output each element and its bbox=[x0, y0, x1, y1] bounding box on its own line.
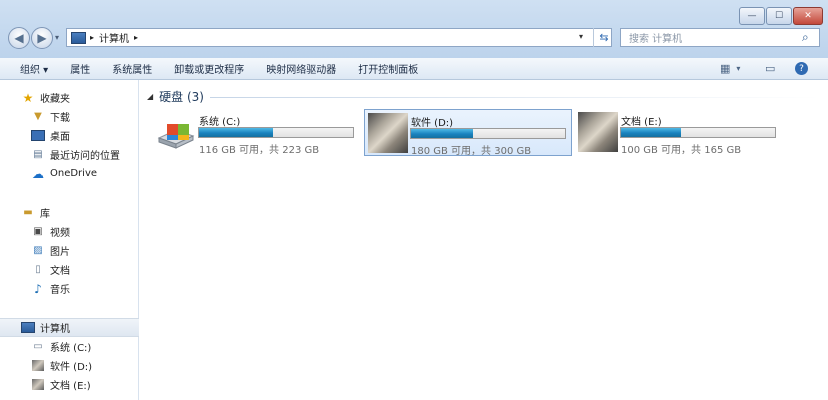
back-arrow-icon: ◀ bbox=[14, 31, 24, 45]
star-icon: ★ bbox=[22, 90, 34, 105]
organize-menu[interactable]: 组织 ▾ bbox=[0, 61, 59, 76]
minimize-button[interactable]: — bbox=[739, 7, 765, 25]
help-button[interactable]: ? bbox=[795, 58, 808, 79]
preview-pane-icon: ▭ bbox=[765, 62, 776, 75]
refresh-button[interactable]: ⇆ bbox=[593, 28, 614, 47]
computer-icon bbox=[21, 321, 35, 334]
forward-arrow-icon: ▶ bbox=[37, 31, 47, 45]
nav-drive-d-label: 软件 (D:) bbox=[50, 362, 93, 373]
nav-downloads-label: 下载 bbox=[50, 113, 70, 124]
desktop-icon bbox=[31, 129, 45, 142]
drive-tile-c[interactable]: 系统 (C:) 116 GB 可用，共 223 GB bbox=[153, 109, 361, 156]
nav-videos-label: 视频 bbox=[50, 228, 70, 239]
system-drive-icon: ▭ bbox=[33, 341, 43, 352]
drive-free-space: 116 GB 可用，共 223 GB bbox=[199, 145, 320, 156]
drive-thumbnail-icon bbox=[31, 378, 45, 391]
usage-bar bbox=[410, 128, 566, 139]
nav-drive-e-label: 文档 (E:) bbox=[50, 381, 91, 392]
drive-name: 系统 (C:) bbox=[199, 117, 241, 128]
nav-documents-label: 文档 bbox=[50, 266, 70, 277]
recent-pages-dropdown[interactable]: ▾ bbox=[55, 33, 59, 42]
breadcrumb-separator: ▸ bbox=[90, 33, 95, 42]
command-bar: 组织 ▾ 属性 系统属性 卸载或更改程序 映射网络驱动器 打开控制面板 bbox=[0, 58, 828, 80]
nav-onedrive-label: OneDrive bbox=[50, 168, 98, 179]
nav-computer-label: 计算机 bbox=[40, 324, 70, 335]
help-icon: ? bbox=[795, 62, 808, 75]
drive-name: 软件 (D:) bbox=[411, 118, 454, 129]
drive-free-space: 100 GB 可用，共 165 GB bbox=[621, 145, 742, 156]
video-icon: ▣ bbox=[33, 226, 43, 237]
address-bar[interactable]: ▸ 计算机 ▸ ▾ bbox=[66, 28, 612, 47]
view-options-button[interactable]: ▦ ▾ bbox=[720, 58, 740, 79]
close-button[interactable]: ✕ bbox=[793, 7, 823, 25]
drive-name: 文档 (E:) bbox=[621, 117, 662, 128]
uninstall-program-button[interactable]: 卸载或更改程序 bbox=[163, 61, 255, 76]
collapse-triangle-icon: ◢ bbox=[147, 92, 154, 101]
nav-favorites[interactable]: ★ 收藏夹 bbox=[0, 89, 158, 106]
group-title: 硬盘 (3) bbox=[159, 90, 204, 104]
view-icon: ▦ bbox=[720, 62, 731, 75]
nav-recent-label: 最近访问的位置 bbox=[50, 151, 120, 162]
breadcrumb-separator-2: ▸ bbox=[134, 33, 139, 42]
breadcrumb-current[interactable]: 计算机 bbox=[99, 30, 129, 45]
drive-thumbnail-image bbox=[368, 113, 408, 153]
recent-places-icon: ▤ bbox=[33, 149, 43, 160]
usage-bar bbox=[620, 127, 776, 138]
nav-computer[interactable]: 计算机 bbox=[0, 318, 158, 337]
usage-bar-fill bbox=[411, 129, 473, 138]
refresh-icon: ⇆ bbox=[599, 31, 609, 44]
search-input[interactable]: 搜索 计算机 bbox=[620, 28, 820, 47]
search-icon[interactable]: ⌕ bbox=[802, 30, 809, 45]
drive-tile-d[interactable]: 软件 (D:) 180 GB 可用，共 300 GB bbox=[364, 109, 572, 157]
view-dropdown-icon: ▾ bbox=[736, 64, 741, 73]
cloud-icon: ☁ bbox=[32, 166, 44, 181]
drive-thumbnail-image bbox=[578, 112, 618, 152]
group-divider bbox=[210, 97, 820, 98]
address-dropdown-icon[interactable]: ▾ bbox=[579, 32, 583, 41]
maximize-button[interactable]: ☐ bbox=[766, 7, 792, 25]
nav-desktop-label: 桌面 bbox=[50, 132, 70, 143]
picture-icon: ▨ bbox=[33, 245, 43, 256]
usage-bar-fill bbox=[621, 128, 682, 137]
properties-button[interactable]: 属性 bbox=[59, 61, 101, 76]
nav-music-label: 音乐 bbox=[50, 285, 70, 296]
library-icon: ▬ bbox=[23, 207, 33, 218]
usage-bar bbox=[198, 127, 354, 138]
nav-drive-c-label: 系统 (C:) bbox=[50, 343, 92, 354]
music-icon: ♪ bbox=[34, 281, 42, 296]
drive-free-space: 180 GB 可用，共 300 GB bbox=[411, 146, 532, 157]
forward-button[interactable]: ▶ bbox=[31, 27, 53, 49]
search-placeholder: 搜索 计算机 bbox=[629, 34, 683, 45]
document-icon: ▯ bbox=[35, 264, 41, 275]
drive-tile-e[interactable]: 文档 (E:) 100 GB 可用，共 165 GB bbox=[575, 109, 783, 156]
back-button[interactable]: ◀ bbox=[8, 27, 30, 49]
nav-pictures-label: 图片 bbox=[50, 247, 70, 258]
nav-libraries-label: 库 bbox=[40, 209, 50, 220]
drive-thumbnail-icon bbox=[31, 359, 45, 372]
preview-pane-button[interactable]: ▭ bbox=[765, 58, 775, 79]
group-header-hard-disks[interactable]: ◢ 硬盘 (3) bbox=[147, 88, 204, 105]
computer-icon bbox=[71, 31, 86, 44]
system-properties-button[interactable]: 系统属性 bbox=[101, 61, 163, 76]
download-folder-icon: ▼ bbox=[34, 111, 42, 122]
usage-bar-fill bbox=[199, 128, 273, 137]
map-network-drive-button[interactable]: 映射网络驱动器 bbox=[255, 61, 347, 76]
nav-libraries[interactable]: ▬ 库 bbox=[0, 204, 158, 221]
open-control-panel-button[interactable]: 打开控制面板 bbox=[347, 61, 429, 76]
nav-favorites-label: 收藏夹 bbox=[40, 94, 70, 105]
hard-drive-icon bbox=[156, 112, 196, 152]
